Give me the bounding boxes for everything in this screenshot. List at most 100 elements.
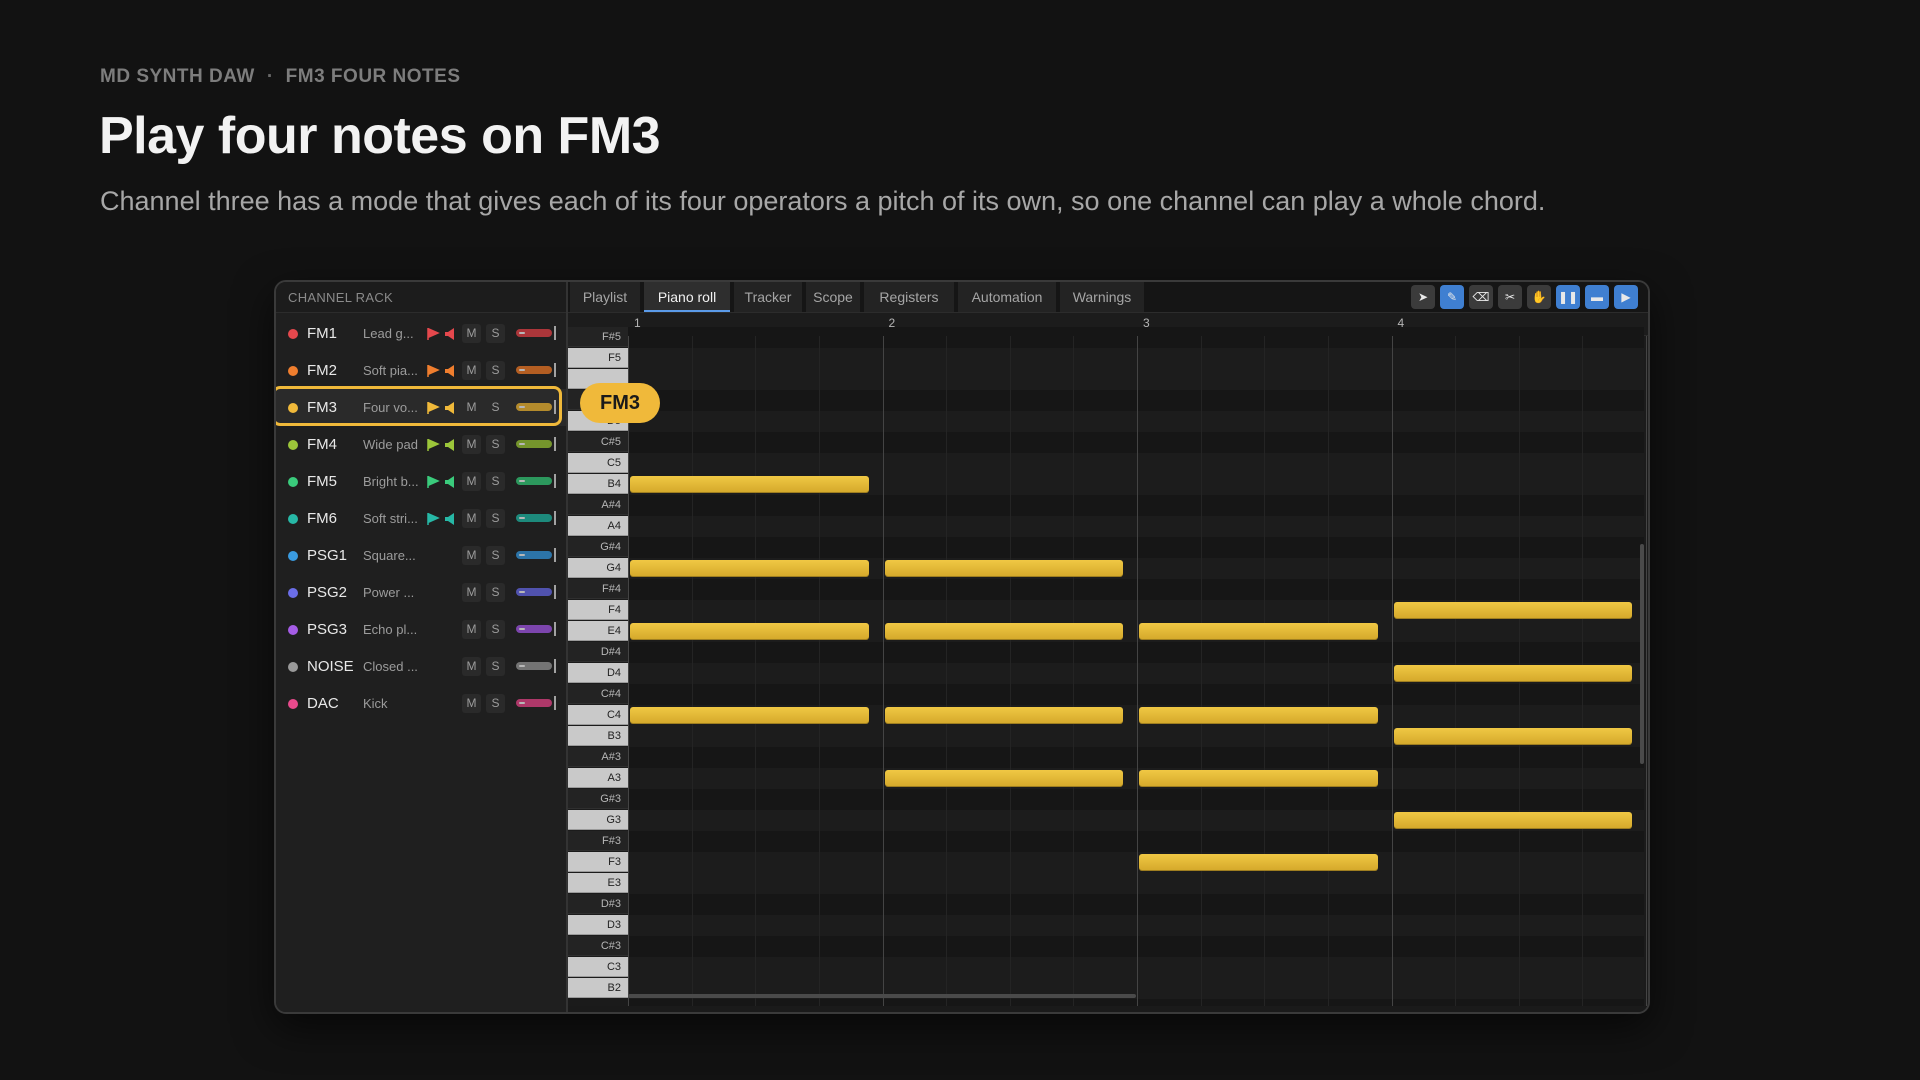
channel-instrument[interactable]: Square... — [363, 548, 427, 563]
channel-row-fm1[interactable]: FM1 Lead g... M S — [276, 315, 566, 352]
note-grid[interactable] — [628, 327, 1647, 1006]
volume-slider[interactable] — [516, 363, 556, 377]
note-block[interactable] — [1393, 728, 1632, 745]
channel-row-dac[interactable]: DAC Kick M S — [276, 685, 566, 722]
piano-key-csharp4[interactable]: C#4 — [568, 684, 628, 704]
volume-slider[interactable] — [516, 474, 556, 488]
piano-key-d4[interactable]: D4 — [568, 663, 628, 683]
solo-button[interactable]: S — [486, 398, 505, 417]
volume-knob[interactable] — [519, 443, 525, 445]
volume-slider[interactable] — [516, 326, 556, 340]
channel-instrument[interactable]: Power ... — [363, 585, 427, 600]
solo-button[interactable]: S — [486, 694, 505, 713]
speaker-icon[interactable] — [444, 364, 458, 378]
note-block[interactable] — [1139, 770, 1378, 787]
solo-button[interactable]: S — [486, 546, 505, 565]
note-block[interactable] — [884, 623, 1123, 640]
speaker-icon[interactable] — [444, 438, 458, 452]
piano-key-fsharp4[interactable]: F#4 — [568, 579, 628, 599]
fm-flag-icon[interactable] — [426, 438, 440, 452]
horizontal-scrollbar[interactable] — [628, 994, 1136, 998]
volume-slider[interactable] — [516, 548, 556, 562]
piano-key-fsharp3[interactable]: F#3 — [568, 831, 628, 851]
volume-slider[interactable] — [516, 511, 556, 525]
pause-icon[interactable]: ❚❚ — [1556, 285, 1580, 309]
channel-instrument[interactable]: Soft pia... — [363, 363, 427, 378]
note-block[interactable] — [1139, 854, 1378, 871]
tab-playlist[interactable]: Playlist — [570, 282, 640, 312]
piano-key-c3[interactable]: C3 — [568, 957, 628, 977]
mute-button[interactable]: M — [462, 694, 481, 713]
volume-slider[interactable] — [516, 659, 556, 673]
solo-button[interactable]: S — [486, 620, 505, 639]
solo-button[interactable]: S — [486, 509, 505, 528]
mute-button[interactable]: M — [462, 324, 481, 343]
volume-knob[interactable] — [519, 369, 525, 371]
piano-key-asharp4[interactable]: A#4 — [568, 495, 628, 515]
channel-instrument[interactable]: Closed ... — [363, 659, 427, 674]
piano-key-b3[interactable]: B3 — [568, 726, 628, 746]
note-block[interactable] — [1393, 812, 1632, 829]
piano-key-csharp5[interactable]: C#5 — [568, 432, 628, 452]
volume-knob[interactable] — [519, 332, 525, 334]
solo-button[interactable]: S — [486, 435, 505, 454]
volume-slider[interactable] — [516, 696, 556, 710]
piano-key-f3[interactable]: F3 — [568, 852, 628, 872]
mute-button[interactable]: M — [462, 472, 481, 491]
volume-knob[interactable] — [519, 628, 525, 630]
vertical-scrollbar[interactable] — [1640, 544, 1644, 764]
piano-key-d3[interactable]: D3 — [568, 915, 628, 935]
note-block[interactable] — [1393, 665, 1632, 682]
channel-row-fm4[interactable]: FM4 Wide pad M S — [276, 426, 566, 463]
mute-button[interactable]: M — [462, 435, 481, 454]
piano-key-dsharp4[interactable]: D#4 — [568, 642, 628, 662]
tab-automation[interactable]: Automation — [958, 282, 1056, 312]
pointer-icon[interactable]: ➤ — [1411, 285, 1435, 309]
note-block[interactable] — [630, 623, 869, 640]
volume-slider[interactable] — [516, 585, 556, 599]
note-block[interactable] — [884, 770, 1123, 787]
channel-row-fm5[interactable]: FM5 Bright b... M S — [276, 463, 566, 500]
channel-row-noise[interactable]: NOISE Closed ... M S — [276, 648, 566, 685]
piano-key-e4[interactable]: E4 — [568, 621, 628, 641]
piano-key-gsharp4[interactable]: G#4 — [568, 537, 628, 557]
tab-registers[interactable]: Registers — [864, 282, 954, 312]
piano-key-b2[interactable]: B2 — [568, 978, 628, 998]
piano-key-dsharp3[interactable]: D#3 — [568, 894, 628, 914]
channel-instrument[interactable]: Lead g... — [363, 326, 427, 341]
piano-key-g3[interactable]: G3 — [568, 810, 628, 830]
note-block[interactable] — [630, 707, 869, 724]
channel-instrument[interactable]: Bright b... — [363, 474, 427, 489]
note-block[interactable] — [884, 707, 1123, 724]
mute-button[interactable]: M — [462, 657, 481, 676]
mute-button[interactable]: M — [462, 361, 481, 380]
tab-scope[interactable]: Scope — [806, 282, 860, 312]
speaker-icon[interactable] — [444, 475, 458, 489]
channel-instrument[interactable]: Echo pl... — [363, 622, 427, 637]
piano-key-e3[interactable]: E3 — [568, 873, 628, 893]
piano-key-asharp3[interactable]: A#3 — [568, 747, 628, 767]
channel-instrument[interactable]: Four vo... — [363, 400, 427, 415]
note-block[interactable] — [884, 560, 1123, 577]
solo-button[interactable]: S — [486, 657, 505, 676]
tab-tracker[interactable]: Tracker — [734, 282, 802, 312]
note-block[interactable] — [630, 476, 869, 493]
channel-row-fm2[interactable]: FM2 Soft pia... M S — [276, 352, 566, 389]
fm-flag-icon[interactable] — [426, 327, 440, 341]
piano-key-g4[interactable]: G4 — [568, 558, 628, 578]
speaker-icon[interactable] — [444, 401, 458, 415]
solo-button[interactable]: S — [486, 583, 505, 602]
channel-row-psg3[interactable]: PSG3 Echo pl... M S — [276, 611, 566, 648]
volume-knob[interactable] — [519, 702, 525, 704]
volume-slider[interactable] — [516, 437, 556, 451]
volume-knob[interactable] — [519, 665, 525, 667]
solo-button[interactable]: S — [486, 324, 505, 343]
fm-flag-icon[interactable] — [426, 475, 440, 489]
mute-button[interactable]: M — [462, 546, 481, 565]
piano-key-gsharp3[interactable]: G#3 — [568, 789, 628, 809]
fm-flag-icon[interactable] — [426, 364, 440, 378]
channel-row-psg1[interactable]: PSG1 Square... M S — [276, 537, 566, 574]
tab-warnings[interactable]: Warnings — [1060, 282, 1144, 312]
volume-knob[interactable] — [519, 554, 525, 556]
cut-icon[interactable]: ✂ — [1498, 285, 1522, 309]
